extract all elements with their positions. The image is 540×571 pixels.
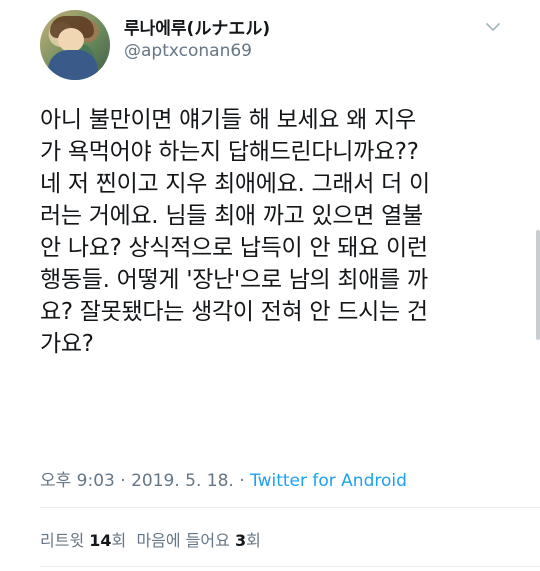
- like-stat[interactable]: 마음에 들어요 3회: [136, 531, 260, 550]
- like-unit: 회: [246, 531, 261, 550]
- tweet-line: 네 저 찐이고 지우 최애에요. 그래서 더 이: [40, 171, 430, 197]
- tweet-header: 루나에루(ルナエル) @aptxconan69: [40, 10, 520, 80]
- source-app-link[interactable]: Twitter for Android: [250, 471, 407, 491]
- divider: [40, 566, 540, 567]
- retweet-unit: 회: [111, 531, 127, 550]
- author-name[interactable]: 루나에루(ルナエル): [124, 14, 270, 39]
- like-label: 마음에 들어요: [136, 531, 230, 550]
- retweet-count: 14: [89, 531, 112, 550]
- author-handle[interactable]: @aptxconan69: [124, 41, 252, 61]
- retweet-label: 리트윗: [40, 531, 85, 550]
- tweet-line: 요? 잘못됐다는 생각이 전혀 안 드시는 건: [40, 299, 428, 325]
- tweet-text: 아니 불만이면 얘기들 해 보세요 왜 지우 가 욕먹어야 하는지 답해드린다니…: [40, 104, 510, 360]
- tweet-stats: 리트윗 14회 마음에 들어요 3회: [40, 527, 261, 551]
- tweet-line: 아니 불만이면 얘기들 해 보세요 왜 지우: [40, 107, 416, 133]
- tweet-line: 가요?: [40, 331, 94, 357]
- divider: [40, 507, 540, 508]
- tweet-line: 러는 거에요. 님들 최애 까고 있으면 열불: [40, 203, 423, 229]
- avatar-face: [58, 28, 84, 52]
- like-count: 3: [234, 531, 247, 550]
- avatar[interactable]: [40, 10, 110, 80]
- avatar-body: [48, 50, 98, 80]
- retweet-stat[interactable]: 리트윗 14회: [40, 531, 126, 550]
- tweet-line: 행동들. 어떻게 '장난'으로 남의 최애를 까: [40, 267, 428, 293]
- tweet-meta: 오후 9:03 · 2019. 5. 18. · Twitter for And…: [40, 466, 407, 491]
- tweet-line: 안 나요? 상식적으로 납득이 안 돼요 이런: [40, 235, 428, 261]
- scrollbar[interactable]: [536, 230, 540, 340]
- tweet-line: 가 욕먹어야 하는지 답해드린다니까요??: [40, 139, 419, 165]
- tweet-timestamp[interactable]: 오후 9:03 · 2019. 5. 18. ·: [40, 471, 250, 491]
- chevron-down-icon[interactable]: [486, 22, 500, 32]
